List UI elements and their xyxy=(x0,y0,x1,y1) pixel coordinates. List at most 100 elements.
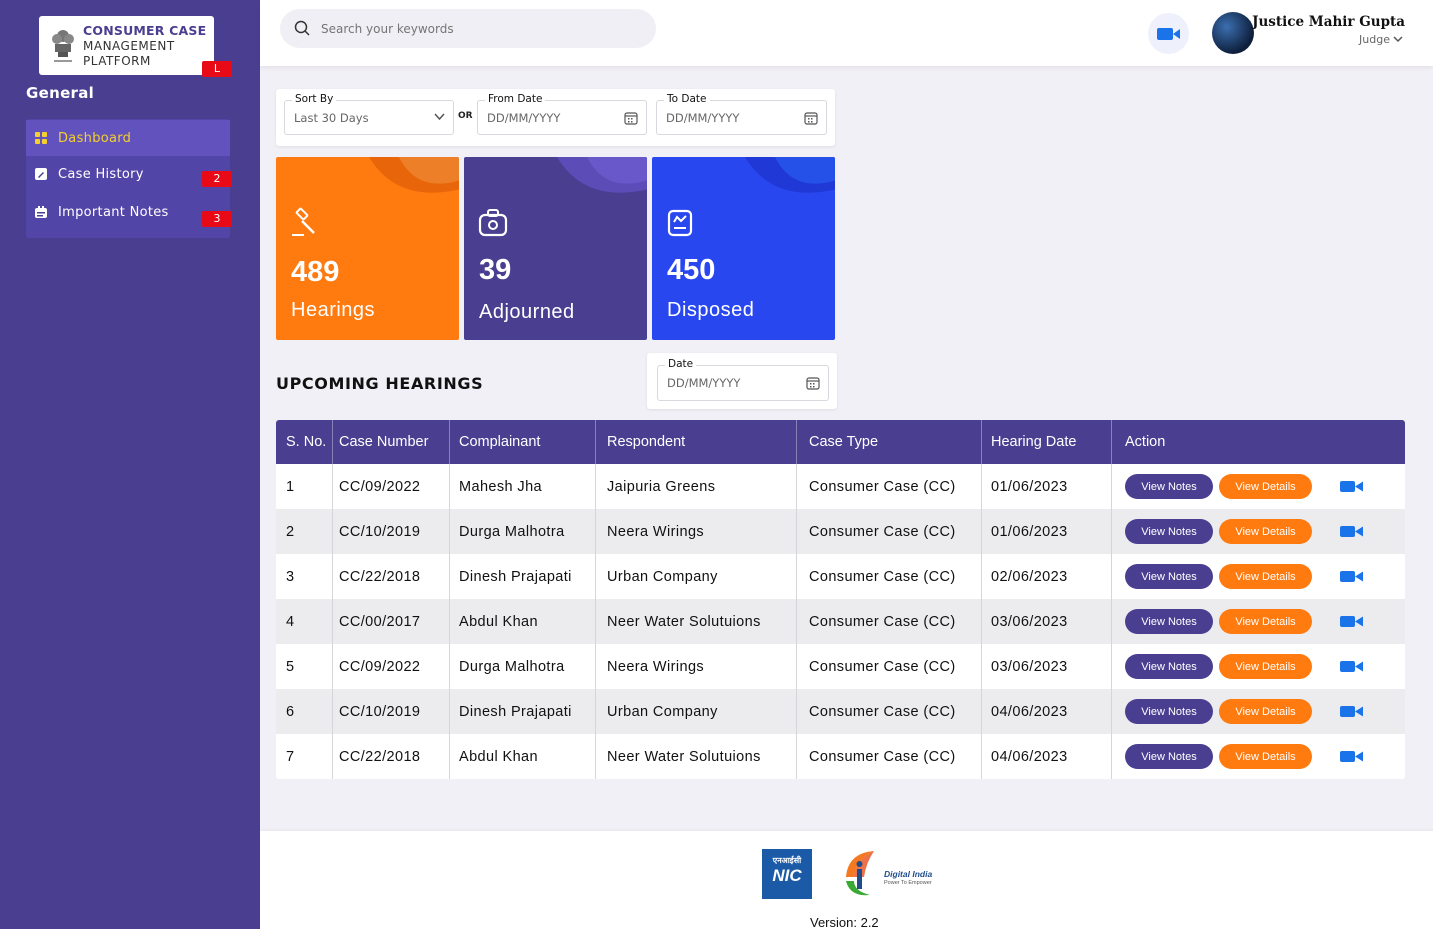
view-details-button[interactable]: View Details xyxy=(1219,564,1312,589)
platform-logo[interactable]: CONSUMER CASE MANAGEMENT PLATFORM xyxy=(39,16,214,75)
view-details-button[interactable]: View Details xyxy=(1219,474,1312,499)
cell-action: View Notes View Details xyxy=(1112,734,1405,779)
upcoming-hearings-title: UPCOMING HEARINGS xyxy=(276,374,484,393)
cell-hearing-date: 03/06/2023 xyxy=(982,644,1112,689)
cell-case-type: Consumer Case (CC) xyxy=(797,599,982,644)
cell-respondent: Urban Company xyxy=(596,689,797,734)
sidebar-item-dashboard[interactable]: Dashboard xyxy=(26,120,230,156)
user-avatar[interactable] xyxy=(1212,12,1254,54)
view-notes-button[interactable]: View Notes xyxy=(1125,519,1213,544)
digital-india-tagline: Power To Empower xyxy=(884,880,932,886)
col-header-case-number: Case Number xyxy=(333,420,450,464)
calendar-icon[interactable] xyxy=(804,111,818,125)
video-hearing-button[interactable] xyxy=(1340,570,1364,583)
disposed-stat-card[interactable]: 450 Disposed xyxy=(652,157,835,340)
to-date-placeholder: DD/MM/YYYY xyxy=(666,111,740,125)
video-camera-icon xyxy=(1340,526,1363,537)
cell-action: View Notes View Details xyxy=(1112,689,1405,734)
col-header-case-type: Case Type xyxy=(797,420,982,464)
date-filter-panel: Sort By Last 30 Days OR From Date DD/MM/… xyxy=(276,89,835,146)
briefcase-icon xyxy=(478,209,508,237)
upcoming-date-field[interactable]: Date DD/MM/YYYY xyxy=(657,358,829,401)
cell-case-number: CC/22/2018 xyxy=(333,734,450,779)
sidebar-item-case-history[interactable]: Case History xyxy=(26,156,230,192)
video-hearing-button[interactable] xyxy=(1340,480,1364,493)
video-hearing-button[interactable] xyxy=(1340,660,1364,673)
national-emblem-icon xyxy=(52,30,74,62)
hearings-label: Hearings xyxy=(291,299,376,321)
adjourned-count: 39 xyxy=(479,254,512,286)
view-details-button[interactable]: View Details xyxy=(1219,744,1312,769)
video-call-button[interactable] xyxy=(1148,13,1189,54)
grid-icon xyxy=(35,132,47,144)
cell-case-number: CC/00/2017 xyxy=(333,599,450,644)
adjourned-stat-card[interactable]: 39 Adjourned xyxy=(464,157,647,340)
cell-complainant: Abdul Khan xyxy=(450,734,596,779)
user-role-dropdown[interactable]: Judge xyxy=(1359,33,1403,46)
sort-by-select[interactable]: Sort By Last 30 Days xyxy=(284,93,454,135)
version-text: Version: 2.2 xyxy=(810,915,879,929)
sidebar-menu: Dashboard Case History Important Notes xyxy=(26,119,230,238)
view-notes-button[interactable]: View Notes xyxy=(1125,609,1213,634)
cell-hearing-date: 01/06/2023 xyxy=(982,464,1112,509)
table-row: 3 CC/22/2018 Dinesh Prajapati Urban Company… xyxy=(276,554,1405,599)
hearings-stat-card[interactable]: 489 Hearings xyxy=(276,157,459,340)
adjourned-label: Adjourned xyxy=(479,301,575,323)
view-details-button[interactable]: View Details xyxy=(1219,654,1312,679)
cell-respondent: Neer Water Solutuions xyxy=(596,734,797,779)
search-input[interactable] xyxy=(321,21,621,36)
calendar-icon[interactable] xyxy=(624,111,638,125)
gavel-icon xyxy=(292,207,315,236)
cell-hearing-date: 04/06/2023 xyxy=(982,689,1112,734)
col-header-sno: S. No. xyxy=(276,420,333,464)
video-camera-icon xyxy=(1340,616,1363,627)
from-date-field[interactable]: From Date DD/MM/YYYY xyxy=(477,93,647,135)
video-camera-icon xyxy=(1340,751,1363,762)
cell-case-number: CC/09/2022 xyxy=(333,464,450,509)
upcoming-date-panel: Date DD/MM/YYYY xyxy=(647,353,837,409)
view-details-button[interactable]: View Details xyxy=(1219,519,1312,544)
col-header-hearing-date: Hearing Date xyxy=(982,420,1112,464)
cell-case-type: Consumer Case (CC) xyxy=(797,464,982,509)
table-row: 4 CC/00/2017 Abdul Khan Neer Water Solutuio… xyxy=(276,599,1405,644)
view-notes-button[interactable]: View Notes xyxy=(1125,474,1213,499)
video-hearing-button[interactable] xyxy=(1340,750,1364,763)
view-notes-button[interactable]: View Notes xyxy=(1125,699,1213,724)
sidebar-item-important-notes[interactable]: Important Notes xyxy=(26,194,230,230)
cell-hearing-date: 04/06/2023 xyxy=(982,734,1112,779)
from-date-label: From Date xyxy=(485,93,546,105)
table-row: 2 CC/10/2019 Durga Malhotra Neera Wirings Co… xyxy=(276,509,1405,554)
to-date-field[interactable]: To Date DD/MM/YYYY xyxy=(656,93,827,135)
cell-case-number: CC/09/2022 xyxy=(333,644,450,689)
sidebar-section-title: General xyxy=(26,84,95,102)
search-bar[interactable] xyxy=(280,9,656,48)
video-hearing-button[interactable] xyxy=(1340,705,1364,718)
view-details-button[interactable]: View Details xyxy=(1219,699,1312,724)
from-date-placeholder: DD/MM/YYYY xyxy=(487,111,561,125)
card-decoration xyxy=(369,157,459,193)
cell-respondent: Neera Wirings xyxy=(596,509,797,554)
video-camera-icon xyxy=(1340,661,1363,672)
calendar-icon[interactable] xyxy=(806,376,820,390)
cell-complainant: Abdul Khan xyxy=(450,599,596,644)
logo-subtitle-1: MANAGEMENT xyxy=(83,39,175,53)
video-hearing-button[interactable] xyxy=(1340,615,1364,628)
upcoming-date-label: Date xyxy=(665,358,697,370)
cell-hearing-date: 02/06/2023 xyxy=(982,554,1112,599)
cell-sno: 5 xyxy=(276,644,333,689)
cell-action: View Notes View Details xyxy=(1112,644,1405,689)
video-hearing-button[interactable] xyxy=(1340,525,1364,538)
cell-case-type: Consumer Case (CC) xyxy=(797,554,982,599)
cell-complainant: Dinesh Prajapati xyxy=(450,554,596,599)
view-notes-button[interactable]: View Notes xyxy=(1125,564,1213,589)
digital-india-text: Digital India xyxy=(884,869,933,879)
view-notes-button[interactable]: View Notes xyxy=(1125,654,1213,679)
cell-case-number: CC/22/2018 xyxy=(333,554,450,599)
video-camera-icon xyxy=(1340,571,1363,582)
view-notes-button[interactable]: View Notes xyxy=(1125,744,1213,769)
cell-hearing-date: 01/06/2023 xyxy=(982,509,1112,554)
cell-complainant: Mahesh Jha xyxy=(450,464,596,509)
view-details-button[interactable]: View Details xyxy=(1219,609,1312,634)
nic-logo-hindi: एनआईसी xyxy=(772,856,802,865)
user-role-label: Judge xyxy=(1359,33,1390,46)
